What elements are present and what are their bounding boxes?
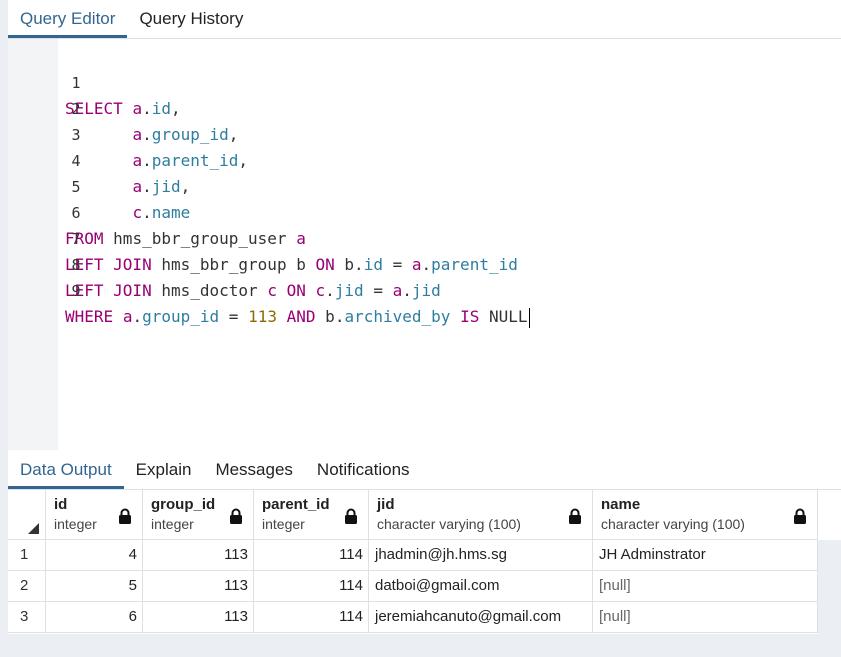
- tab-messages[interactable]: Messages: [203, 451, 304, 489]
- cell-group-id[interactable]: 113: [143, 571, 254, 602]
- tab-explain[interactable]: Explain: [124, 451, 204, 489]
- line-number: 1: [71, 74, 81, 92]
- row-number[interactable]: 1: [8, 540, 46, 571]
- column-name: group_id: [151, 496, 216, 513]
- cell-parent-id[interactable]: 114: [254, 602, 369, 633]
- line-number: 8: [71, 256, 81, 274]
- cell-jid[interactable]: jhadmin@jh.hms.sg: [369, 540, 593, 571]
- column-type: integer: [151, 516, 194, 532]
- column-header-name[interactable]: name character varying (100): [593, 490, 818, 540]
- column-header-group-id[interactable]: group_id integer: [143, 490, 254, 540]
- cell-id[interactable]: 4: [46, 540, 143, 571]
- tab-data-output[interactable]: Data Output: [8, 451, 124, 489]
- column-type: character varying (100): [601, 516, 745, 532]
- select-all-corner[interactable]: [8, 490, 46, 540]
- left-edge: [0, 0, 8, 657]
- line-number: 3: [71, 126, 81, 144]
- lock-icon: [569, 508, 581, 524]
- tab-query-editor[interactable]: Query Editor: [8, 0, 128, 38]
- column-name: jid: [377, 496, 395, 513]
- line-number: 9: [71, 282, 81, 300]
- row-number[interactable]: 3: [8, 602, 46, 633]
- sql-editor[interactable]: 1 SELECT a.id, 2 a.group_id, 3 a.parent_…: [8, 39, 841, 450]
- output-tabbar: Data Output Explain Messages Notificatio…: [8, 451, 841, 490]
- cell-name[interactable]: JH Adminstrator: [593, 540, 818, 571]
- code-line-7: 7 LEFT JOIN hms_bbr_group b ON b.id = a.…: [8, 200, 518, 274]
- code-line-9: 9 WHERE a.group_id = 113 AND b.archived_…: [8, 252, 530, 328]
- text-cursor: [528, 307, 530, 328]
- column-name: id: [54, 496, 68, 513]
- grid-bottom-area: [8, 634, 841, 657]
- tab-query-history[interactable]: Query History: [127, 0, 255, 38]
- cell-name[interactable]: [null]: [593, 602, 818, 633]
- code-line-3: 3 a.parent_id,: [8, 96, 249, 170]
- line-number: 5: [71, 178, 81, 196]
- cell-group-id[interactable]: 113: [143, 602, 254, 633]
- cell-parent-id[interactable]: 114: [254, 571, 369, 602]
- column-name: parent_id: [262, 496, 330, 513]
- code-line-1: 1 SELECT a.id,: [8, 44, 181, 118]
- lock-icon: [794, 508, 806, 524]
- code-line-8: 8 LEFT JOIN hms_doctor c ON c.jid = a.ji…: [8, 226, 441, 300]
- code-line-4: 4 a.jid,: [8, 122, 191, 196]
- column-type: integer: [262, 516, 305, 532]
- corner-triangle-icon: [28, 523, 39, 534]
- code-line-2: 2 a.group_id,: [8, 70, 239, 144]
- results-grid: id integer group_id integer parent_id in…: [8, 490, 818, 633]
- line-number: 6: [71, 204, 81, 222]
- cell-id[interactable]: 5: [46, 571, 143, 602]
- table-row[interactable]: 2 5 113 114 datboi@gmail.com [null]: [8, 571, 818, 602]
- lock-icon: [119, 508, 131, 524]
- row-number[interactable]: 2: [8, 571, 46, 602]
- grid-header-row: id integer group_id integer parent_id in…: [8, 490, 818, 540]
- line-number: 2: [71, 100, 81, 118]
- lock-icon: [230, 508, 242, 524]
- column-type: integer: [54, 516, 97, 532]
- column-type: character varying (100): [377, 516, 521, 532]
- cell-jid[interactable]: jeremiahcanuto@gmail.com: [369, 602, 593, 633]
- column-name: name: [601, 496, 641, 513]
- column-header-jid[interactable]: jid character varying (100): [369, 490, 593, 540]
- cell-parent-id[interactable]: 114: [254, 540, 369, 571]
- cell-group-id[interactable]: 113: [143, 540, 254, 571]
- table-row[interactable]: 3 6 113 114 jeremiahcanuto@gmail.com [nu…: [8, 602, 818, 633]
- code-line-5: 5 c.name: [8, 148, 191, 222]
- cell-name[interactable]: [null]: [593, 571, 818, 602]
- code-line-6: 6 FROM hms_bbr_group_user a: [8, 174, 306, 248]
- line-number: 7: [71, 230, 81, 248]
- lock-icon: [345, 508, 357, 524]
- tab-notifications[interactable]: Notifications: [305, 451, 422, 489]
- cell-jid[interactable]: datboi@gmail.com: [369, 571, 593, 602]
- cell-id[interactable]: 6: [46, 602, 143, 633]
- line-number: 4: [71, 152, 81, 170]
- column-header-id[interactable]: id integer: [46, 490, 143, 540]
- table-row[interactable]: 1 4 113 114 jhadmin@jh.hms.sg JH Adminst…: [8, 540, 818, 571]
- column-header-parent-id[interactable]: parent_id integer: [254, 490, 369, 540]
- editor-tabbar: Query Editor Query History: [8, 0, 841, 39]
